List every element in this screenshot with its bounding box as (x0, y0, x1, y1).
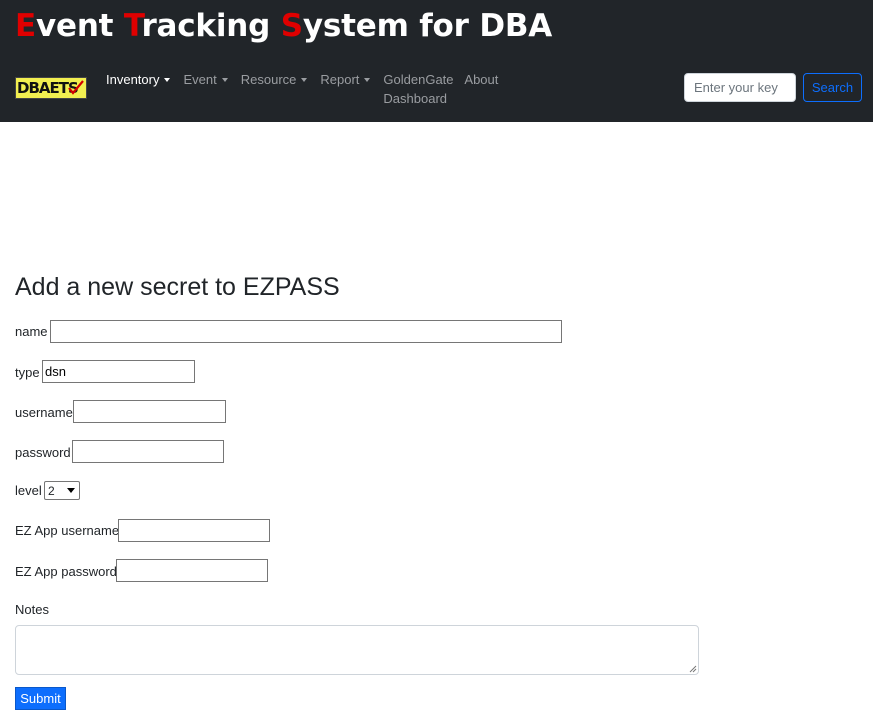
name-label: name (15, 324, 48, 339)
username-field[interactable] (73, 400, 226, 423)
search-input[interactable] (684, 73, 796, 102)
username-label: username (15, 405, 73, 420)
title-initial-s: S (280, 8, 303, 44)
top-header: Event Tracking System for DBA DBAETS Inv… (0, 0, 873, 122)
title-word-system: ystem for DBA (302, 8, 553, 44)
notes-label: Notes (15, 602, 49, 617)
notes-textarea[interactable] (15, 625, 699, 675)
ez-password-label: EZ App password (15, 564, 117, 579)
level-label: level (15, 483, 42, 498)
site-title: Event Tracking System for DBA (15, 7, 552, 45)
resize-grip-icon[interactable] (688, 664, 697, 673)
nav-inventory-label: Inventory (106, 72, 160, 87)
chevron-down-icon (67, 488, 75, 493)
nav-resource-label: Resource (240, 72, 297, 87)
title-initial-e: E (15, 8, 36, 44)
chevron-down-icon (301, 78, 308, 82)
nav-about[interactable]: About (464, 70, 498, 108)
type-label: type (15, 365, 40, 380)
name-field[interactable] (50, 320, 562, 343)
page-title: Add a new secret to EZPASS (15, 273, 340, 301)
submit-button[interactable]: Submit (15, 687, 66, 710)
nav-event-label: Event (183, 72, 217, 87)
chevron-down-icon (221, 78, 228, 82)
search-button[interactable]: Search (803, 73, 862, 102)
ez-username-field[interactable] (118, 519, 270, 542)
checkmark-icon (68, 80, 84, 95)
nav-event[interactable]: Event (183, 70, 228, 108)
level-selected-value: 2 (48, 483, 55, 498)
chevron-down-icon (364, 78, 371, 82)
nav-goldengate-dashboard[interactable]: GoldenGate Dashboard (383, 70, 454, 108)
chevron-down-icon (164, 78, 171, 82)
ez-password-field[interactable] (116, 559, 268, 582)
nav-about-label: About (464, 72, 499, 87)
password-label: password (15, 445, 71, 460)
title-word-event: vent (35, 8, 124, 44)
dbaets-logo[interactable]: DBAETS (15, 77, 87, 99)
main-nav: Inventory Event Resource Report GoldenGa… (106, 70, 511, 108)
nav-inventory[interactable]: Inventory (106, 70, 171, 108)
type-field[interactable] (42, 360, 195, 383)
level-select[interactable]: 2 (44, 481, 80, 500)
nav-goldengate-label: GoldenGate Dashboard (383, 72, 454, 106)
nav-report-label: Report (320, 72, 360, 87)
ez-username-label: EZ App username (15, 523, 120, 538)
password-field[interactable] (72, 440, 224, 463)
title-word-tracking: racking (141, 8, 281, 44)
title-initial-t: T (123, 8, 142, 44)
nav-resource[interactable]: Resource (241, 70, 308, 108)
nav-report[interactable]: Report (320, 70, 371, 108)
